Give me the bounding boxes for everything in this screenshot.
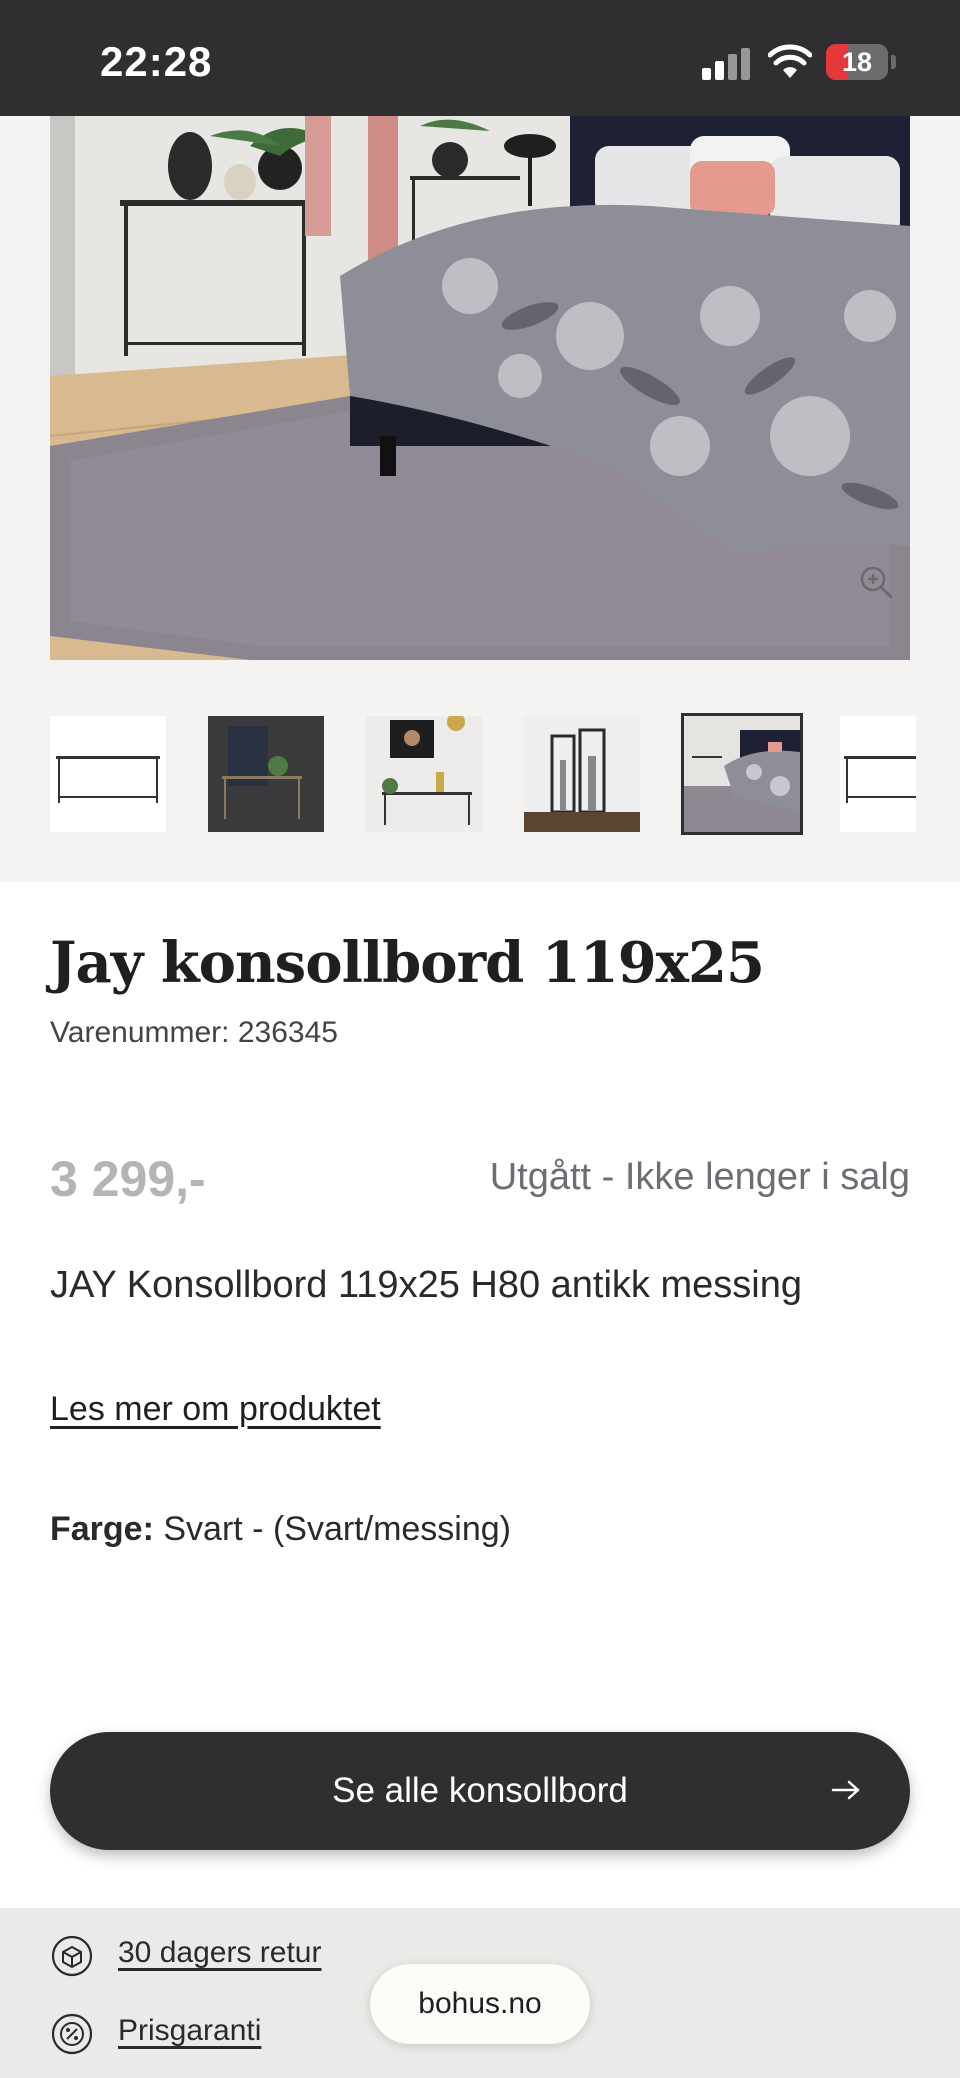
thumbnail-strip bbox=[50, 713, 916, 835]
product-sku: Varenummer: 236345 bbox=[50, 1016, 338, 1049]
thumbnail-console-table-dark-wall[interactable] bbox=[208, 716, 324, 832]
return-box-icon bbox=[51, 1935, 93, 1977]
status-bar: 22:28 18 bbox=[0, 0, 960, 116]
color-label: Farge: bbox=[50, 1510, 154, 1548]
usp-price-guarantee-label: Prisgaranti bbox=[118, 2014, 262, 2047]
availability-status: Utgått - Ikke lenger i salg bbox=[489, 1156, 910, 1198]
status-time: 22:28 bbox=[100, 38, 213, 85]
price-guarantee-icon bbox=[51, 2013, 93, 2055]
thumbnail-bedroom-scene[interactable] bbox=[681, 713, 803, 835]
hero-image[interactable] bbox=[50, 116, 910, 660]
battery-tip bbox=[891, 55, 896, 69]
color-info: Farge: Svart - (Svart/messing) bbox=[50, 1510, 511, 1549]
usp-return-label: 30 dagers retur bbox=[118, 1936, 322, 1969]
read-more-link[interactable]: Les mer om produktet bbox=[50, 1390, 381, 1429]
color-value: Svart - (Svart/messing) bbox=[163, 1510, 511, 1548]
battery-icon: 18 bbox=[826, 44, 888, 80]
zoom-in-icon[interactable] bbox=[858, 564, 894, 600]
arrow-right-icon bbox=[831, 1780, 860, 1800]
wifi-icon bbox=[768, 44, 812, 78]
product-title: Jay konsollbord 119x25 bbox=[50, 930, 765, 996]
thumbnail-console-table-white-bg[interactable] bbox=[50, 716, 166, 832]
thumbnail-console-table-lanterns[interactable] bbox=[524, 716, 640, 832]
battery-level: 18 bbox=[841, 47, 873, 77]
usp-return[interactable]: 30 dagers retur bbox=[50, 1934, 350, 1982]
usp-price-guarantee[interactable]: Prisgaranti bbox=[50, 2012, 310, 2060]
product-gallery bbox=[0, 116, 960, 882]
product-description: JAY Konsollbord 119x25 H80 antikk messin… bbox=[50, 1264, 802, 1306]
thumbnail-console-table-white-bg-2[interactable] bbox=[840, 716, 916, 832]
signal-icon bbox=[702, 48, 750, 80]
see-all-label: Se alle konsollbord bbox=[332, 1771, 628, 1810]
site-url-pill[interactable]: bohus.no bbox=[370, 1964, 590, 2044]
thumbnail-console-table-portrait[interactable] bbox=[366, 716, 482, 832]
product-price: 3 299,- bbox=[50, 1151, 206, 1207]
see-all-button[interactable]: Se alle konsollbord bbox=[50, 1732, 910, 1850]
bedroom-scene-image bbox=[50, 116, 910, 660]
